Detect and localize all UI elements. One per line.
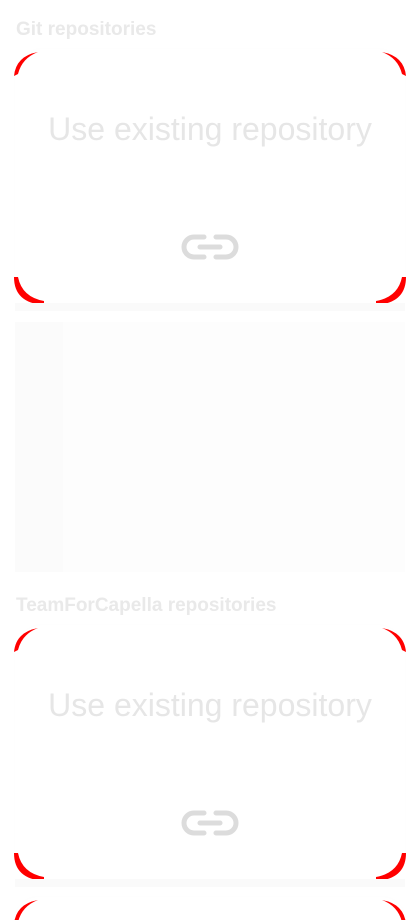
next-repository-card[interactable] <box>14 897 406 920</box>
git-use-existing-repository-card[interactable]: Use existing repository <box>14 49 406 305</box>
link-icon <box>181 234 239 260</box>
card-shadow-strip <box>15 879 405 887</box>
card-label: Use existing repository <box>48 687 372 723</box>
corner-marker-top-right <box>382 52 406 76</box>
corner-marker-top-left <box>14 900 38 920</box>
link-icon <box>181 810 239 836</box>
placeholder-strip <box>15 322 63 572</box>
t4c-use-existing-repository-card[interactable]: Use existing repository <box>14 625 406 881</box>
repository-list-placeholder <box>15 322 405 572</box>
corner-marker-top-left <box>14 628 38 652</box>
git-repositories-title: Git repositories <box>16 19 157 40</box>
repository-selection-page: Git repositories Use existing repository… <box>0 0 420 920</box>
card-shadow-strip <box>15 303 405 311</box>
corner-marker-top-right <box>382 628 406 652</box>
corner-marker-top-left <box>14 52 38 76</box>
teamforcapella-repositories-title: TeamForCapella repositories <box>16 595 277 616</box>
card-label: Use existing repository <box>48 111 372 147</box>
corner-marker-top-right <box>382 900 406 920</box>
